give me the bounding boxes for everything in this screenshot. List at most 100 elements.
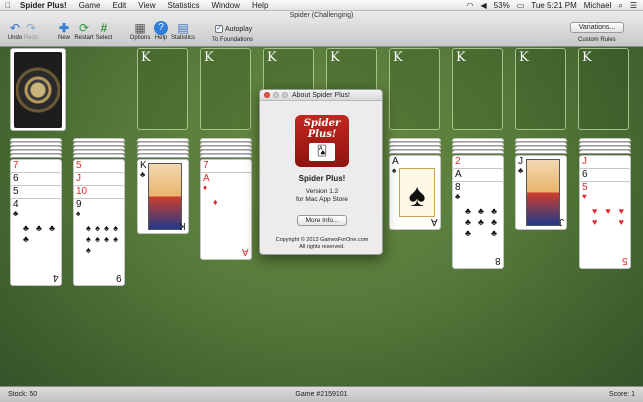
face-down-card [452, 150, 504, 154]
pip-icon: ♣ [23, 234, 29, 244]
statistics-button[interactable]: ▤ Statistics [170, 21, 196, 41]
pip-icon: ♣ [478, 206, 484, 216]
foundation-label: K [330, 50, 340, 65]
list-icon[interactable]: ☰ [630, 1, 637, 10]
face-down-card [579, 150, 631, 154]
minimize-icon [273, 92, 279, 98]
wifi-icon[interactable]: ◠ [467, 1, 474, 10]
card-pips: ♦ [213, 197, 245, 207]
playing-card[interactable]: 5 ♥ ♥ ♥ ♥ ♥ ♥ 5 [579, 181, 631, 269]
window-toolbar: Spider (Challenging) ↶ Undo ↷ Redo ✚ New… [0, 11, 643, 47]
playing-card[interactable]: A ♠ ♠ A [389, 155, 441, 230]
plus-icon: ✚ [58, 21, 70, 35]
pip-icon: ♠ [86, 245, 91, 255]
foundation-label: K [267, 50, 277, 65]
select-button[interactable]: # Select [91, 21, 117, 41]
app-logo: Spider Plus! 🂡 [295, 115, 349, 167]
menu-bar:  Spider Plus! Game Edit View Statistics… [0, 0, 643, 11]
pip-icon: ♠ [86, 234, 91, 244]
pip-icon: ♣ [23, 223, 29, 233]
foundation-slot[interactable]: K [389, 48, 440, 130]
foundation-label: K [141, 50, 151, 65]
zoom-icon [282, 92, 288, 98]
card-rank-bottom: 8 [495, 255, 501, 266]
card-suit-icon: ♣ [140, 170, 146, 179]
playing-card[interactable]: A ♦ ♦ A [200, 172, 252, 260]
pip-icon: ♣ [36, 223, 42, 233]
card-suit-icon: ♠ [392, 166, 397, 175]
menu-statistics[interactable]: Statistics [161, 1, 205, 10]
pip-icon: ♣ [491, 228, 497, 238]
autoplay-checkbox[interactable]: ✓ Autoplay [215, 25, 252, 33]
face-down-card [73, 154, 125, 158]
close-icon[interactable] [264, 92, 270, 98]
face-down-card [515, 150, 567, 154]
court-card-art [148, 163, 182, 230]
pip-icon: ♥ [592, 217, 598, 227]
pip-icon: ♥ [592, 206, 598, 216]
pip-icon: ♠ [86, 223, 91, 233]
card-rank-bottom: K [179, 220, 186, 231]
pip-icon: ♠ [113, 234, 118, 244]
face-down-card [137, 154, 189, 158]
pip-icon: ♣ [49, 223, 55, 233]
menu-window[interactable]: Window [206, 1, 246, 10]
foundation-slot[interactable]: K [515, 48, 566, 130]
volume-icon[interactable]: ◀ [481, 1, 487, 10]
card-suit-icon: ♥ [582, 192, 587, 201]
redo-icon: ↷ [25, 21, 37, 35]
playing-card[interactable]: J ♣ J [515, 155, 567, 230]
playing-card[interactable]: K ♣ K [137, 159, 189, 234]
foundation-slot[interactable]: K [200, 48, 251, 130]
redo-button[interactable]: ↷ Redo [18, 21, 44, 41]
help-icon: ? [154, 21, 168, 35]
hash-icon: # [100, 21, 108, 35]
battery-icon[interactable]: ▭ [517, 1, 525, 10]
pip-icon: ♦ [213, 197, 218, 207]
card-back [14, 52, 62, 128]
menu-app[interactable]: Spider Plus! [14, 1, 73, 10]
stock-pile[interactable] [10, 48, 66, 131]
search-icon[interactable]: ⌕ [618, 1, 622, 11]
pip-icon: ♥ [605, 206, 611, 216]
card-rank-bottom: A [242, 246, 249, 257]
foundation-label: K [519, 50, 529, 65]
chart-icon: ▤ [177, 21, 189, 35]
menu-game[interactable]: Game [73, 1, 107, 10]
foundation-slot[interactable]: K [137, 48, 188, 130]
apple-icon[interactable]:  [2, 1, 14, 10]
more-info-button[interactable]: More Info... [297, 215, 347, 226]
spider-web-icon: 🂡 [309, 143, 335, 161]
variations-button[interactable]: Variations... [570, 22, 624, 33]
game-number: Game #2159101 [295, 391, 348, 398]
foundation-label: K [582, 50, 592, 65]
card-pips: ♣ ♣ ♣ ♣ [23, 223, 55, 244]
dialog-title: About Spider Plus! [292, 92, 350, 99]
pip-icon: ♣ [491, 217, 497, 227]
menu-view[interactable]: View [132, 1, 161, 10]
user-name[interactable]: Michael [584, 1, 612, 10]
window-title: Spider (Challenging) [289, 12, 354, 19]
card-rank-bottom: 4 [53, 272, 59, 283]
to-foundations-label: To Foundations [212, 37, 254, 43]
status-bar: Stock: 50 Game #2159101 Score: 1 [0, 386, 643, 402]
foundation-slot[interactable]: K [452, 48, 503, 130]
menu-edit[interactable]: Edit [106, 1, 132, 10]
face-down-card [389, 150, 441, 154]
clock[interactable]: Tue 5:21 PM [531, 1, 577, 10]
restart-icon: ⟳ [78, 21, 90, 35]
rights-text: All rights reserved. [299, 244, 345, 250]
ace-of-spades-art: ♠ [399, 168, 435, 217]
card-rank-bottom: 9 [116, 272, 122, 283]
help-label: Help [154, 35, 168, 41]
foundation-label: K [204, 50, 214, 65]
card-rank-bottom: A [431, 216, 438, 227]
playing-card[interactable]: 8 ♣ ♣ ♣ ♣ ♣ ♣ ♣ ♣ ♣ 8 [452, 181, 504, 269]
pip-icon: ♣ [465, 217, 471, 227]
menu-help[interactable]: Help [246, 1, 274, 10]
battery-text[interactable]: 53% [494, 1, 510, 10]
playing-card[interactable]: 9 ♠ ♠ ♠ ♠ ♠ ♠ ♠ ♠ ♠ ♠ 9 [73, 198, 125, 286]
foundation-slot[interactable]: K [578, 48, 629, 130]
face-down-card [10, 154, 62, 158]
playing-card[interactable]: 4 ♣ ♣ ♣ ♣ ♣ 4 [10, 198, 62, 286]
